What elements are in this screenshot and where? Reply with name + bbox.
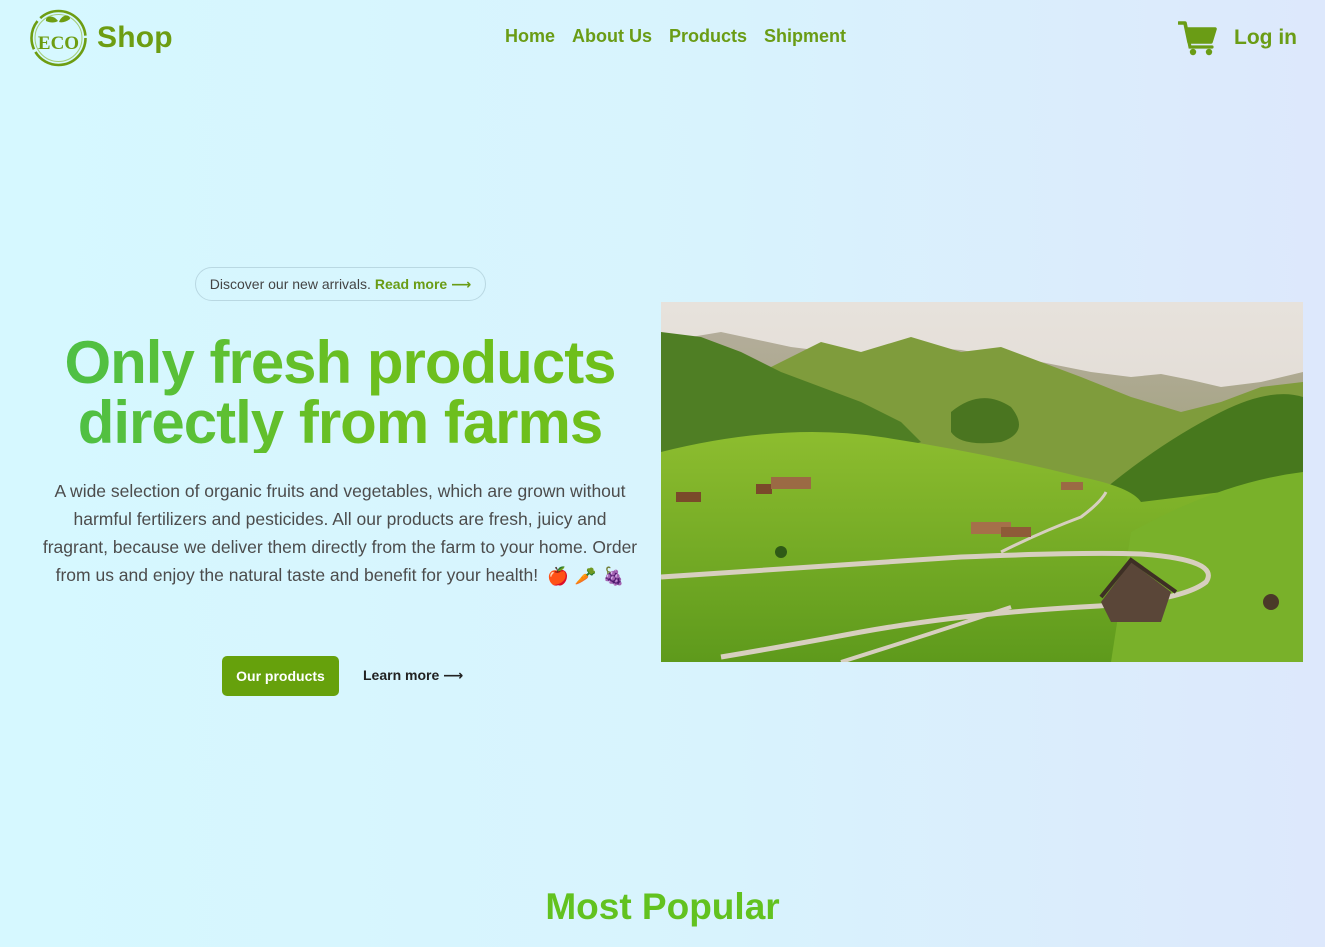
site-header: ECO Shop Home About Us Products Shipment… <box>0 0 1325 78</box>
brand-logo[interactable]: ECO Shop <box>28 7 173 68</box>
most-popular-title: Most Popular <box>545 886 780 927</box>
hero-title-line-1: Only fresh products <box>64 329 616 396</box>
nav-shipment[interactable]: Shipment <box>764 26 846 47</box>
nav-about-us[interactable]: About Us <box>572 26 652 47</box>
nav-home[interactable]: Home <box>505 26 555 47</box>
learn-more-link[interactable]: Learn more ⟶ <box>363 667 463 684</box>
our-products-button[interactable]: Our products <box>222 656 339 696</box>
read-more-link[interactable]: Read more ⟶ <box>375 276 471 293</box>
hero-title-line-2: directly from farms <box>77 389 603 456</box>
announcement-pill: Discover our new arrivals. Read more ⟶ <box>195 267 486 301</box>
announcement-text: Discover our new arrivals. <box>209 276 371 292</box>
login-link[interactable]: Log in <box>1234 26 1297 50</box>
grapes-emoji-icon: 🍇 <box>602 566 625 587</box>
hero-description: A wide selection of organic fruits and v… <box>40 477 640 590</box>
emoji-group: 🍎 🥕 🍇 <box>547 562 624 590</box>
nav-products[interactable]: Products <box>669 26 747 47</box>
carrot-emoji-icon: 🥕 <box>574 566 597 587</box>
hero-title: Only fresh products directly from farms <box>30 333 650 453</box>
apple-emoji-icon: 🍎 <box>547 566 569 587</box>
landscape-illustration <box>661 302 1303 662</box>
eco-logo-icon: ECO <box>30 9 87 67</box>
main-nav: Home About Us Products Shipment <box>505 26 846 47</box>
shopping-cart-icon[interactable] <box>1178 20 1218 56</box>
brand-name: Shop <box>97 20 173 54</box>
svg-text:ECO: ECO <box>38 33 79 54</box>
hero-landscape-image <box>661 302 1303 662</box>
